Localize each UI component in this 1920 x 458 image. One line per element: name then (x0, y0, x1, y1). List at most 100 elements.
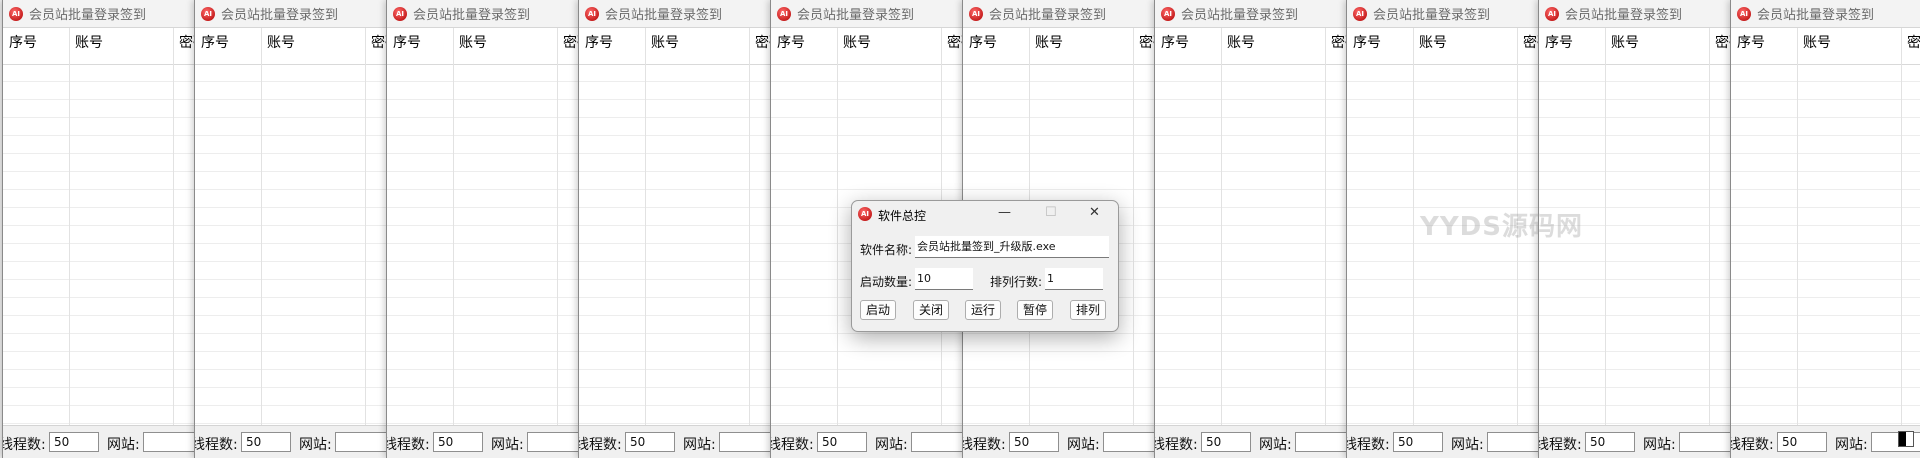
rows-input[interactable]: 1 (1045, 268, 1103, 290)
window-titlebar[interactable]: AI 会员站批量登录签到 (387, 0, 581, 28)
threads-input[interactable]: 50 (1393, 432, 1443, 452)
site-label: 网站: (299, 437, 332, 453)
pause-button[interactable]: 暂停 (1017, 300, 1053, 320)
window-titlebar[interactable]: AI 会员站批量登录签到 (771, 0, 965, 28)
site-input[interactable] (1103, 432, 1157, 452)
column-header-account[interactable]: 账号 (1605, 28, 1709, 64)
app-window[interactable]: AI 会员站批量登录签到序号账号密码线程数:50 网站: (194, 0, 389, 458)
window-titlebar[interactable]: AI 会员站批量登录签到 (1347, 0, 1541, 28)
window-titlebar[interactable]: AI 会员站批量登录签到 (579, 0, 773, 28)
window-titlebar[interactable]: AI 会员站批量登录签到 (1539, 0, 1733, 28)
control-dialog[interactable]: AI 软件总控 — ☐ ✕ 软件名称: 会员站批量签到_升级版.exe 启动数量… (851, 200, 1119, 332)
column-header-index[interactable]: 序号 (1539, 28, 1605, 64)
site-label: 网站: (875, 437, 908, 453)
column-header-index[interactable]: 序号 (1731, 28, 1797, 64)
column-header-account[interactable]: 账号 (1797, 28, 1901, 64)
threads-input[interactable]: 50 (241, 432, 291, 452)
dialog-titlebar[interactable]: AI 软件总控 — ☐ ✕ (852, 201, 1118, 229)
threads-label: 线程数: (386, 437, 430, 453)
column-header-index[interactable]: 序号 (963, 28, 1029, 64)
column-header-password[interactable]: 密码 (1901, 28, 1920, 64)
app-window[interactable]: AI 会员站批量登录签到序号账号密码线程数:50 网站: (1730, 0, 1920, 458)
column-header-index[interactable]: 序号 (771, 28, 837, 64)
window-titlebar[interactable]: AI 会员站批量登录签到 (1155, 0, 1349, 28)
site-input[interactable] (143, 432, 197, 452)
column-header-index[interactable]: 序号 (579, 28, 645, 64)
watermark-text: YYDS源码网 (1420, 212, 1583, 242)
column-header-index[interactable]: 序号 (1155, 28, 1221, 64)
column-header-index[interactable]: 序号 (3, 28, 69, 64)
minimize-icon[interactable]: — (998, 205, 1011, 220)
site-input[interactable] (527, 432, 581, 452)
column-header-index[interactable]: 序号 (1347, 28, 1413, 64)
column-divider (837, 28, 838, 426)
account-table[interactable]: 序号账号密码 (3, 28, 197, 426)
window-title: 会员站批量登录签到 (413, 8, 531, 23)
column-header-account[interactable]: 账号 (261, 28, 365, 64)
threads-label: 线程数: (578, 437, 622, 453)
site-input[interactable] (1487, 432, 1541, 452)
window-title: 会员站批量登录签到 (1373, 8, 1491, 23)
column-header-account[interactable]: 账号 (837, 28, 941, 64)
scrollbar-thumb[interactable] (1898, 431, 1914, 447)
arrange-button[interactable]: 排列 (1070, 300, 1106, 320)
software-name-input[interactable]: 会员站批量签到_升级版.exe (915, 236, 1109, 258)
threads-input[interactable]: 50 (49, 432, 99, 452)
account-table[interactable]: 序号账号密码 (195, 28, 389, 426)
table-header: 序号账号密码 (963, 28, 1157, 65)
account-table[interactable]: 序号账号密码 (1731, 28, 1920, 426)
app-logo-icon: AI (9, 6, 23, 21)
site-input[interactable] (719, 432, 773, 452)
threads-input[interactable]: 50 (625, 432, 675, 452)
column-header-account[interactable]: 账号 (453, 28, 557, 64)
site-input[interactable] (335, 432, 389, 452)
threads-input[interactable]: 50 (1777, 432, 1827, 452)
app-window[interactable]: AI 会员站批量登录签到序号账号密码线程数:50 网站: (386, 0, 581, 458)
threads-label: 线程数: (1538, 437, 1582, 453)
threads-input[interactable]: 50 (817, 432, 867, 452)
launch-count-input[interactable]: 10 (915, 268, 973, 290)
app-window[interactable]: AI 会员站批量登录签到序号账号密码线程数:50 网站: (578, 0, 773, 458)
close-app-button[interactable]: 关闭 (913, 300, 949, 320)
threads-label: 线程数: (2, 437, 46, 453)
threads-input[interactable]: 50 (1585, 432, 1635, 452)
threads-input[interactable]: 50 (433, 432, 483, 452)
site-input[interactable] (1679, 432, 1733, 452)
column-header-index[interactable]: 序号 (387, 28, 453, 64)
start-button[interactable]: 启动 (860, 300, 896, 320)
app-window[interactable]: AI 会员站批量登录签到序号账号密码线程数:50 网站: (2, 0, 197, 458)
column-header-index[interactable]: 序号 (195, 28, 261, 64)
column-header-account[interactable]: 账号 (1221, 28, 1325, 64)
column-divider (1797, 28, 1798, 426)
account-table[interactable]: 序号账号密码 (579, 28, 773, 426)
table-header: 序号账号密码 (387, 28, 581, 65)
column-header-account[interactable]: 账号 (645, 28, 749, 64)
window-titlebar[interactable]: AI 会员站批量登录签到 (3, 0, 197, 28)
window-footer: 线程数: 50 网站: (771, 425, 965, 458)
site-label: 网站: (491, 437, 524, 453)
launch-count-label: 启动数量: (860, 275, 913, 289)
column-header-account[interactable]: 账号 (1029, 28, 1133, 64)
column-header-account[interactable]: 账号 (1413, 28, 1517, 64)
site-label: 网站: (1835, 437, 1868, 453)
threads-input[interactable]: 50 (1201, 432, 1251, 452)
account-table[interactable]: 序号账号密码 (1155, 28, 1349, 426)
dialog-title: 软件总控 (878, 209, 927, 223)
window-titlebar[interactable]: AI 会员站批量登录签到 (195, 0, 389, 28)
column-header-account[interactable]: 账号 (69, 28, 173, 64)
maximize-icon[interactable]: ☐ (1045, 205, 1057, 220)
window-titlebar[interactable]: AI 会员站批量登录签到 (1731, 0, 1920, 28)
window-title: 会员站批量登录签到 (989, 8, 1107, 23)
column-divider (261, 28, 262, 426)
threads-label: 线程数: (1154, 437, 1198, 453)
run-button[interactable]: 运行 (965, 300, 1001, 320)
close-icon[interactable]: ✕ (1089, 205, 1100, 220)
app-window[interactable]: AI 会员站批量登录签到序号账号密码线程数:50 网站: (1154, 0, 1349, 458)
table-header: 序号账号密码 (579, 28, 773, 65)
window-titlebar[interactable]: AI 会员站批量登录签到 (963, 0, 1157, 28)
account-table[interactable]: 序号账号密码 (387, 28, 581, 426)
site-input[interactable] (1295, 432, 1349, 452)
app-logo-icon: AI (1737, 6, 1751, 21)
threads-input[interactable]: 50 (1009, 432, 1059, 452)
site-input[interactable] (911, 432, 965, 452)
